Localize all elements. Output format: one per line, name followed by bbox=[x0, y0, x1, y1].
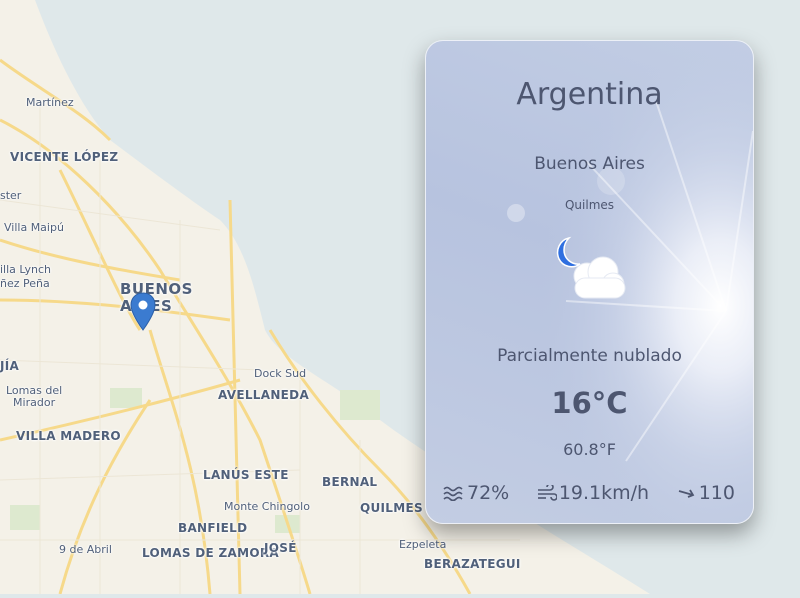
weather-card: Argentina Buenos Aires Quilmes Parcialme… bbox=[425, 40, 754, 524]
weather-stats: 72% 19.1km/h 110 bbox=[426, 482, 753, 504]
district-name: Quilmes bbox=[564, 198, 615, 212]
map-label-villa-madero: VILLA MADERO bbox=[16, 429, 121, 443]
map-label-jose: JOSÉ bbox=[264, 541, 297, 555]
map-label-ster: ster bbox=[0, 189, 22, 202]
country-title: Argentina bbox=[516, 77, 663, 112]
map-label-jia: JÍA bbox=[0, 359, 20, 373]
weather-condition: Parcialmente nublado bbox=[497, 346, 682, 366]
humidity-icon bbox=[443, 486, 463, 501]
wind-icon bbox=[537, 485, 557, 501]
map-label-villa-maipu: Villa Maipú bbox=[4, 221, 64, 234]
partly-cloudy-night-icon bbox=[556, 236, 626, 299]
map-label-monte-chingolo: Monte Chingolo bbox=[224, 500, 310, 513]
humidity-stat: 72% bbox=[443, 482, 509, 504]
map-marker-icon[interactable] bbox=[130, 292, 156, 332]
map-label-9-de-abril: 9 de Abril bbox=[59, 543, 112, 556]
map-label-ezpeleta: Ezpeleta bbox=[399, 538, 447, 551]
map-label-bernal: BERNAL bbox=[322, 475, 378, 489]
temperature-fahrenheit: 60.8°F bbox=[563, 440, 616, 459]
map-label-quilmes: QUILMES bbox=[360, 501, 423, 515]
map-label-martinez: Martínez bbox=[26, 96, 74, 109]
map-label-berazategui: BERAZATEGUI bbox=[424, 557, 521, 571]
map-label-lomas-de-zamora: LOMAS DE ZAMORA bbox=[142, 546, 279, 560]
map-label-lomas-del-mirador: Lomas del Mirador bbox=[6, 384, 63, 409]
map-label-vicente-lopez: VICENTE LÓPEZ bbox=[10, 150, 119, 164]
wind-speed-stat: 19.1km/h bbox=[537, 482, 649, 504]
map-label-avellaneda: AVELLANEDA bbox=[218, 388, 310, 402]
wind-direction-value: 110 bbox=[698, 482, 735, 504]
temperature-celsius: 16°C bbox=[551, 386, 628, 420]
wind-direction-stat: 110 bbox=[677, 482, 735, 504]
map-label-dock-sud: Dock Sud bbox=[254, 367, 307, 380]
humidity-value: 72% bbox=[467, 482, 510, 504]
wind-speed-value: 19.1km/h bbox=[558, 482, 650, 504]
map-label-lanus-este: LANÚS ESTE bbox=[203, 468, 289, 482]
city-name: Buenos Aires bbox=[534, 154, 645, 174]
map-label-nez-pena: ñez Peña bbox=[0, 277, 50, 290]
map-label-banfield: BANFIELD bbox=[178, 521, 248, 535]
wind-direction-icon bbox=[678, 489, 695, 498]
map-label-villa-lynch: illa Lynch bbox=[0, 263, 52, 276]
